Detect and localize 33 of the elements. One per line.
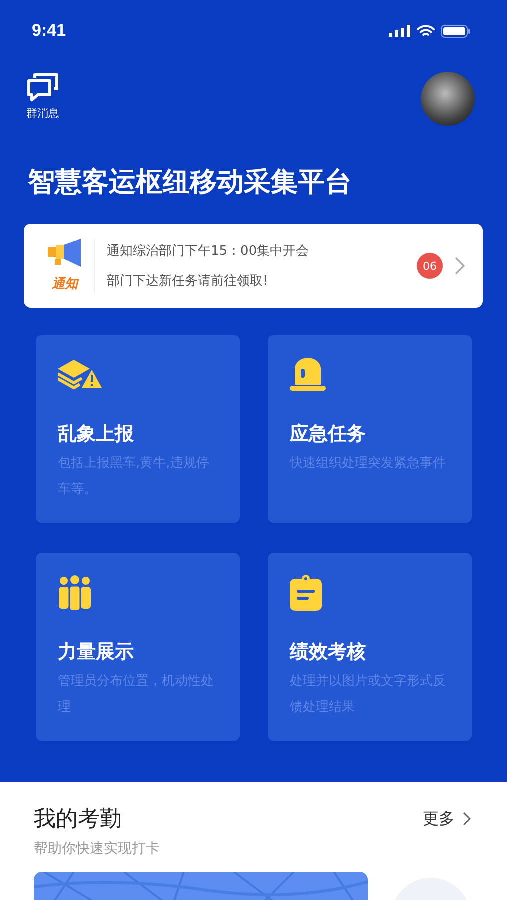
- avatar[interactable]: [421, 72, 475, 126]
- beacon-icon: [290, 357, 326, 393]
- card-title: 力量展示: [58, 640, 134, 665]
- notice-label: 通知: [52, 276, 78, 293]
- feature-card[interactable]: 应急任务 快速组织处理突发紧急事件: [268, 335, 472, 523]
- card-description: 管理员分布位置，机动性处理: [58, 673, 215, 717]
- card-description: 处理并以图片或文字形式反馈处理结果: [290, 673, 447, 717]
- notice-text: 部门下达新任务请前往领取!: [107, 273, 270, 290]
- card-title: 乱象上报: [58, 422, 134, 447]
- card-title: 应急任务: [290, 422, 366, 447]
- group-of-people-icon: [58, 575, 92, 611]
- feature-card[interactable]: 绩效考核 处理并以图片或文字形式反馈处理结果: [268, 553, 472, 741]
- signal-icon: [389, 25, 411, 37]
- section-title: 我的考勤: [34, 806, 122, 834]
- card-description: 包括上报黑车,黄牛,违规停车等。: [58, 455, 210, 499]
- section-subtitle: 帮助你快速实现打卡: [34, 840, 161, 858]
- clipboard-icon: [290, 575, 322, 611]
- card-title: 绩效考核: [290, 640, 366, 665]
- app-title: 智慧客运枢纽移动采集平台: [28, 166, 353, 200]
- chat-icon: [26, 72, 60, 102]
- battery-icon: [441, 24, 471, 38]
- chevron-right-icon: [455, 257, 465, 275]
- more-link[interactable]: 更多: [423, 808, 471, 830]
- status-time: 9:41: [32, 21, 66, 41]
- notice-card[interactable]: 通知 通知综治部门下午15：00集中开会 部门下达新任务请前往领取! 06: [24, 224, 483, 308]
- chevron-right-icon: [463, 812, 471, 826]
- notice-text: 通知综治部门下午15：00集中开会: [107, 243, 310, 260]
- feature-card[interactable]: 力量展示 管理员分布位置，机动性处理: [36, 553, 240, 741]
- count-badge: 06: [417, 253, 443, 279]
- feature-card[interactable]: 乱象上报 包括上报黑车,黄牛,违规停车等。: [36, 335, 240, 523]
- card-description: 快速组织处理突发紧急事件: [290, 455, 446, 473]
- wifi-icon: [417, 24, 435, 38]
- group-messages-button[interactable]: 群消息: [26, 72, 60, 121]
